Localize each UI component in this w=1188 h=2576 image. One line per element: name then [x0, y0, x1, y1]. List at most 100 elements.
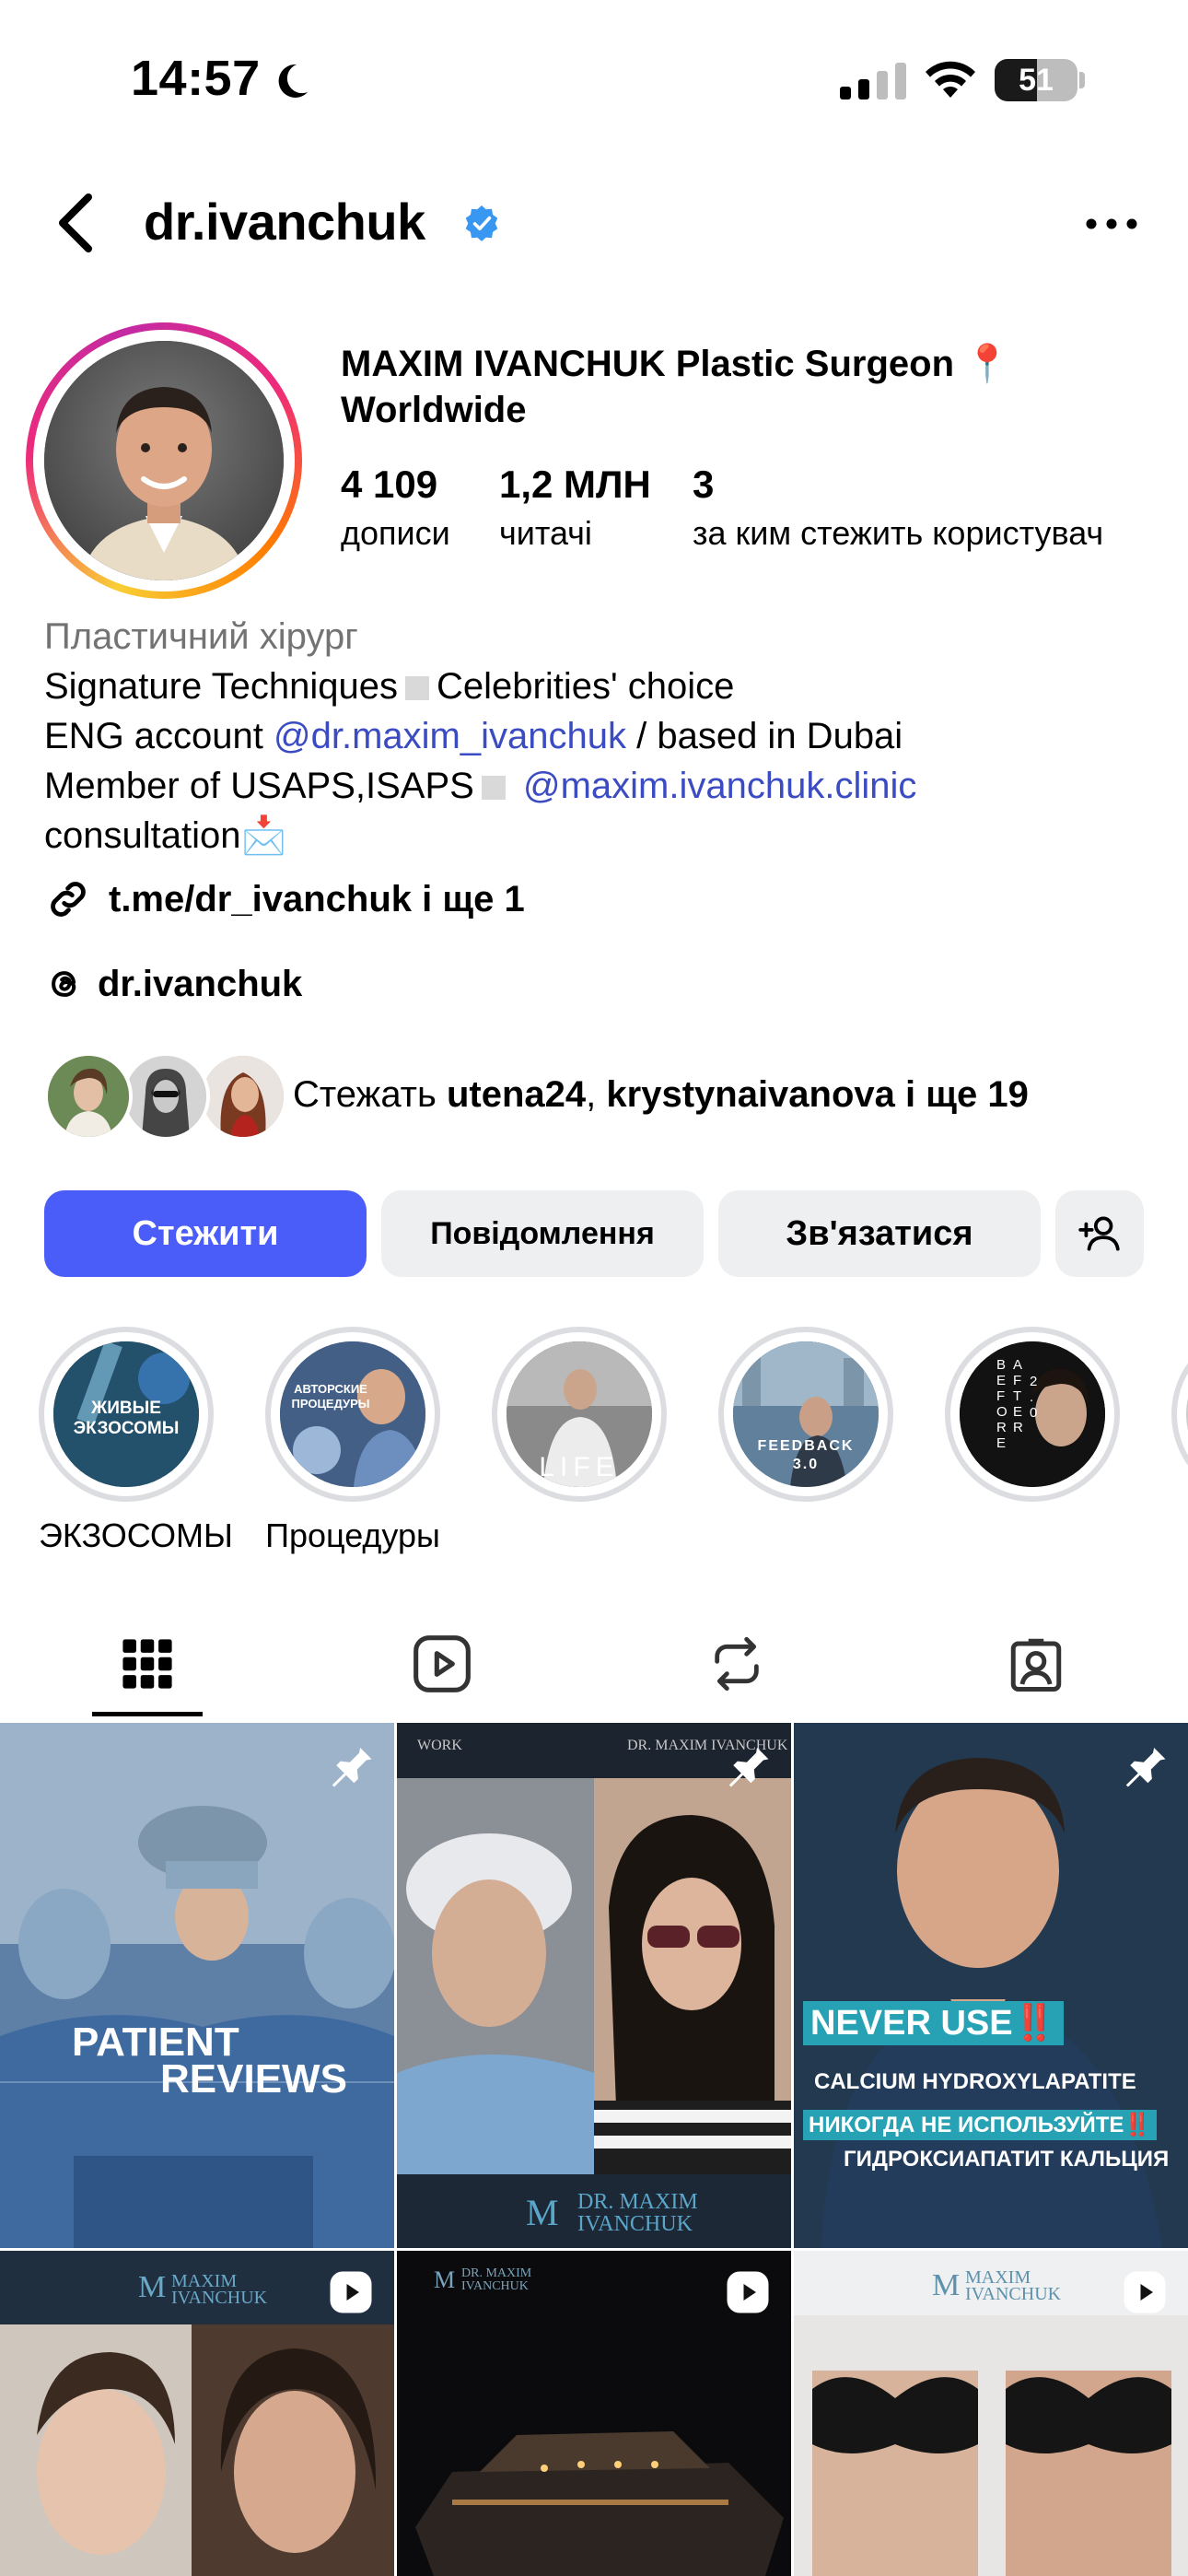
contact-button[interactable]: Зв'язатися: [718, 1190, 1041, 1277]
followed-by-separator: ,: [586, 1074, 597, 1115]
followed-by-text: Стежать utena24, krystynaivanova і ще 19: [293, 1074, 1029, 1116]
external-link-text: t.me/dr_ivanchuk і ще 1: [109, 878, 525, 919]
reel-play-icon: [330, 2271, 372, 2313]
followed-by-more: і ще 19: [905, 1074, 1029, 1115]
svg-text:АВТОРСКИЕПРОЦЕДУРЫ: АВТОРСКИЕ ПРОЦЕДУРЫ: [291, 1382, 369, 1411]
stat-followers-label: читачі: [499, 514, 592, 552]
svg-text:M: M: [434, 2266, 455, 2293]
stat-posts[interactable]: 4 109 дописи: [341, 463, 450, 553]
highlight-feedback[interactable]: FEEDBACK 3.0: [718, 1327, 893, 1516]
reel-play-icon: [727, 2271, 769, 2313]
suggested-accounts-button[interactable]: [1055, 1190, 1144, 1277]
post-tile[interactable]: M MAXIM IVANCHUK: [0, 2251, 394, 2576]
bio-clinic-link[interactable]: @maxim.ivanchuk.clinic: [523, 766, 916, 806]
highlight-life[interactable]: LIFE: [492, 1327, 667, 1516]
threads-handle: dr.ivanchuk: [98, 963, 303, 1004]
tab-reposts[interactable]: [589, 1609, 884, 1719]
post-overlay-text: НИКОГДА НЕ ИСПОЛЬЗУЙТЕ‼️: [803, 2110, 1158, 2140]
highlight-label: ЭКЗОСОМЫ: [39, 1516, 233, 1554]
threads-link[interactable]: dr.ivanchuk: [44, 960, 302, 1008]
bio-text: Signature Techniques: [44, 666, 398, 707]
svg-text:BEFORE: BEFORE: [996, 1357, 1007, 1451]
link-icon: [51, 882, 86, 917]
tagged-person-icon: [1010, 1638, 1062, 1692]
pinned-icon: [332, 1743, 372, 1787]
highlight-label: Процедуры: [265, 1516, 440, 1554]
stat-posts-value: 4 109: [341, 463, 438, 506]
profile-category: Пластичний хірург: [44, 616, 358, 657]
tab-posts-grid[interactable]: [0, 1609, 295, 1719]
post-tile[interactable]: M WORK DR. MAXIM IVANCHUK DR. MAXIM IVAN…: [397, 1723, 791, 2248]
tab-reels[interactable]: [295, 1609, 589, 1719]
post-header-text: WORK: [417, 1738, 462, 1753]
follower-avatar: [44, 1052, 133, 1141]
post-logo-text: MAXIM IVANCHUK: [965, 2267, 1062, 2304]
post-logo-text: MAXIM IVANCHUK: [171, 2271, 268, 2308]
post-logo-text: DR. MAXIM IVANCHUK: [461, 2266, 532, 2293]
followed-by-user: krystynaivanova: [606, 1074, 895, 1115]
post-tile[interactable]: PATIENT REVIEWS: [0, 1723, 394, 2248]
pinned-icon: [1125, 1743, 1166, 1787]
svg-text:M: M: [932, 2268, 960, 2302]
highlight-exosomes[interactable]: ЖИВЫЕ ЭКЗОСОМЫ ЭКЗОСОМЫ: [39, 1327, 233, 1555]
highlight-procedures[interactable]: АВТОРСКИЕ ПРОЦЕДУРЫ Процедуры: [265, 1327, 440, 1555]
square-glyph: [481, 776, 506, 800]
square-glyph: [404, 676, 429, 700]
post-logo-text: DR. MAXIM IVANCHUK: [577, 2190, 698, 2236]
followed-by-user: utena24: [446, 1074, 587, 1115]
posts-grid: PATIENT REVIEWS M WORK DR. MAXIM IVANCHU…: [0, 1723, 1188, 2576]
reels-play-icon: [413, 1635, 471, 1692]
highlight-partial[interactable]: [1171, 1327, 1188, 1502]
verified-badge-icon: [465, 205, 498, 241]
profile-username: dr.ivanchuk: [144, 193, 425, 251]
wifi-icon: [926, 61, 975, 98]
cellular-signal-icon: [840, 63, 906, 100]
post-overlay-text: NEVER USE‼️: [803, 2001, 1064, 2045]
post-tile[interactable]: M MAXIM IVANCHUK: [794, 2251, 1188, 2576]
bio-text: / based in Dubai: [636, 716, 903, 756]
profile-avatar[interactable]: [26, 322, 302, 599]
bio-text: consultation📩: [44, 815, 287, 856]
highlight-before-after[interactable]: BEFORE AFTER 2.0: [945, 1327, 1120, 1516]
stat-following-label: за ким стежить користувач: [693, 514, 1104, 552]
profile-bio: Пластичний хірург Signature Techniques Ce…: [44, 612, 1149, 861]
followed-by-prefix: Стежать: [293, 1074, 437, 1115]
pinned-icon: [728, 1743, 769, 1787]
avatar-photo: [44, 341, 284, 580]
more-options-icon[interactable]: [1083, 210, 1140, 238]
external-link[interactable]: t.me/dr_ivanchuk і ще 1: [44, 875, 525, 923]
bio-text: ENG account: [44, 716, 263, 756]
back-chevron-icon[interactable]: [52, 190, 96, 256]
status-time: 14:57: [131, 51, 261, 106]
post-overlay-text: ГИДРОКСИАПАТИТ КАЛЬЦИЯ: [844, 2147, 1170, 2172]
active-tab-indicator: [92, 1712, 203, 1716]
stat-followers-value: 1,2 МЛН: [499, 463, 651, 506]
follower-avatar: [199, 1052, 287, 1141]
profile-full-name: MAXIM IVANCHUK Plastic Surgeon 📍 Worldwi…: [341, 344, 1010, 430]
moon-icon: [278, 64, 308, 98]
follow-button[interactable]: Стежити: [44, 1190, 367, 1277]
stat-posts-label: дописи: [341, 514, 450, 552]
svg-text:M: M: [526, 2192, 559, 2233]
tab-tagged[interactable]: [884, 1609, 1188, 1719]
grid-icon: [122, 1639, 172, 1689]
stat-following[interactable]: 3 за ким стежить користувач: [693, 463, 1103, 553]
bio-mention-link[interactable]: @dr.maxim_ivanchuk: [274, 716, 626, 756]
post-overlay-text: REVIEWS: [160, 2056, 347, 2102]
bio-text: Member of USAPS,ISAPS: [44, 766, 474, 806]
message-button[interactable]: Повідомлення: [381, 1190, 704, 1277]
svg-text:LIFE: LIFE: [539, 1452, 619, 1482]
status-bar: 14:57 51: [0, 0, 1188, 138]
reel-play-icon: [1124, 2271, 1166, 2313]
post-tile[interactable]: NEVER USE‼️ CALCIUM HYDROXYLAPATITE НИКО…: [794, 1723, 1188, 2248]
follower-avatar: [122, 1052, 210, 1141]
followed-by[interactable]: Стежать utena24, krystynaivanova і ще 19: [44, 1052, 1168, 1141]
battery-indicator: 51: [995, 59, 1085, 101]
battery-percent: 51: [1019, 63, 1054, 98]
bio-text: Celebrities' choice: [436, 666, 735, 707]
post-overlay-text: CALCIUM HYDROXYLAPATITE: [814, 2069, 1136, 2094]
post-tile[interactable]: M DR. MAXIM IVANCHUK: [397, 2251, 791, 2576]
profile-tabs: [0, 1609, 1188, 1719]
stat-followers[interactable]: 1,2 МЛН читачі: [499, 463, 651, 553]
stat-following-value: 3: [693, 463, 715, 506]
